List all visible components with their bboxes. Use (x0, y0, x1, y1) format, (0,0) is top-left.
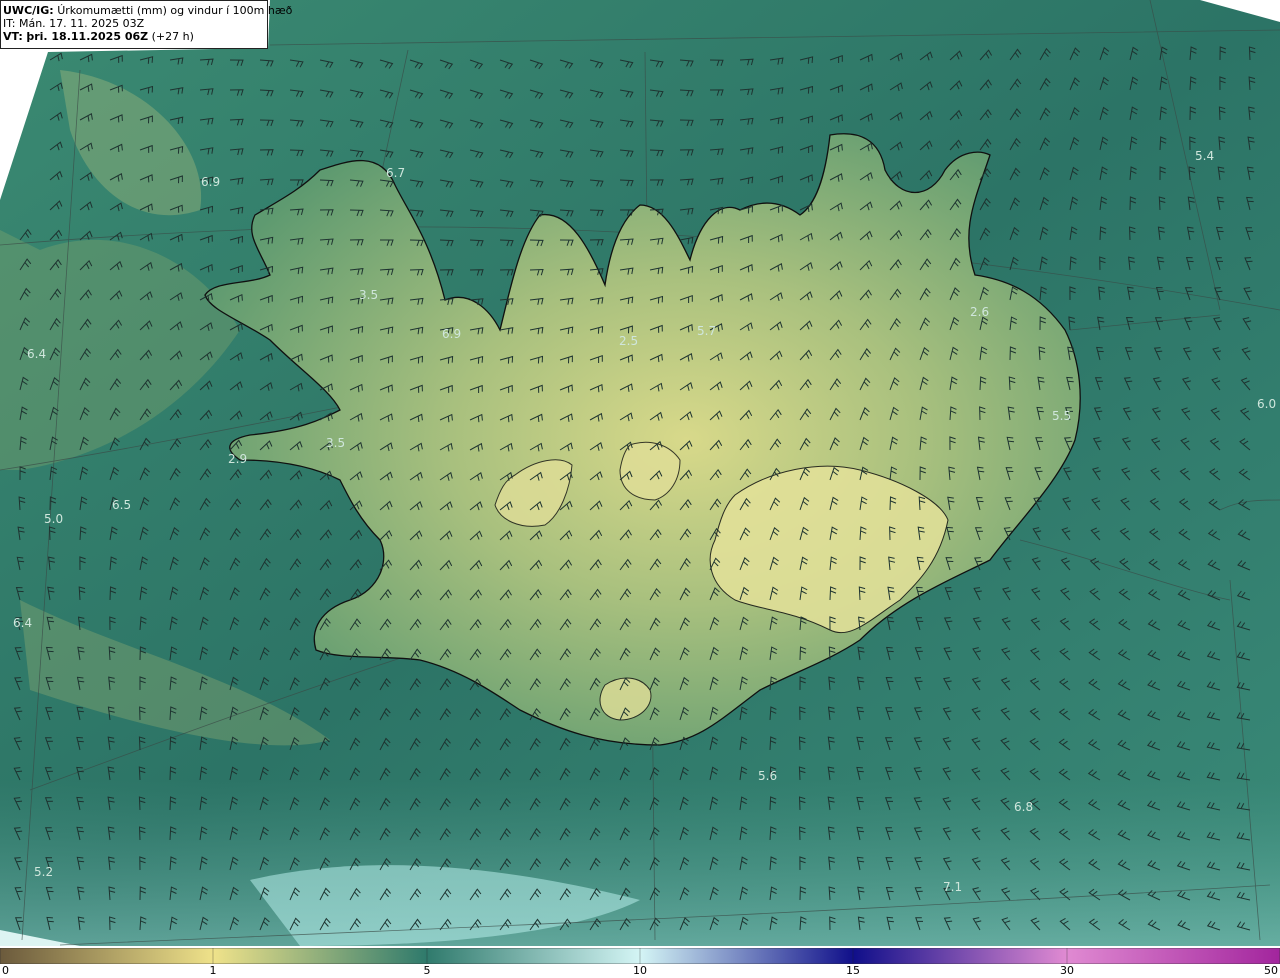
value-label: 5.4 (1195, 149, 1214, 163)
value-label: 5.5 (1052, 409, 1071, 423)
colorbar-tick: 0 (2, 964, 9, 977)
value-label: 5.0 (44, 512, 63, 526)
colorbar-tick: 15 (846, 964, 860, 977)
valid-time-line: VT: þri. 18.11.2025 06Z (+27 h) (3, 30, 267, 43)
forecast-map: 6.7 6.9 3.5 6.4 6.9 2.5 5.7 2.6 5.4 5.5 … (0, 0, 1280, 946)
value-label: 7.1 (943, 880, 962, 894)
value-label: 2.6 (970, 305, 989, 319)
lead-time: (+27 h) (151, 30, 194, 43)
value-label: 2.9 (228, 452, 247, 466)
value-label: 6.9 (442, 327, 461, 341)
colorbar-tick: 10 (633, 964, 647, 977)
value-label: 6.7 (386, 166, 405, 180)
valid-time: þri. 18.11.2025 06Z (26, 30, 149, 43)
value-label: 6.0 (1257, 397, 1276, 411)
value-label: 3.5 (359, 288, 378, 302)
precipitation-colorbar (0, 948, 1280, 964)
value-label: 5.6 (758, 769, 777, 783)
value-label: 2.5 (619, 334, 638, 348)
title-line: UWC/IG: Úrkomumætti (mm) og vindur í 100… (3, 4, 292, 17)
value-label: 6.4 (27, 347, 46, 361)
colorbar-tick: 50 (1264, 964, 1278, 977)
value-label: 3.5 (326, 436, 345, 450)
value-label: 5.7 (697, 324, 716, 338)
value-label: 5.2 (34, 865, 53, 879)
value-label: 6.8 (1014, 800, 1033, 814)
map-info-box: UWC/IG: Úrkomumætti (mm) og vindur í 100… (0, 0, 292, 49)
value-label: 6.5 (112, 498, 131, 512)
valid-label: VT: (3, 30, 23, 43)
colorbar-tick: 1 (209, 964, 217, 977)
colorbar-tick: 30 (1060, 964, 1074, 977)
init-time: IT: Mán. 17. 11. 2025 03Z (3, 17, 145, 30)
colorbar-tick: 5 (423, 964, 431, 977)
value-label: 6.9 (201, 175, 220, 189)
product-title: Úrkomumætti (mm) og vindur í 100m hæð (57, 4, 293, 17)
model-label: UWC/IG: (3, 4, 54, 17)
value-label: 6.4 (13, 616, 32, 630)
